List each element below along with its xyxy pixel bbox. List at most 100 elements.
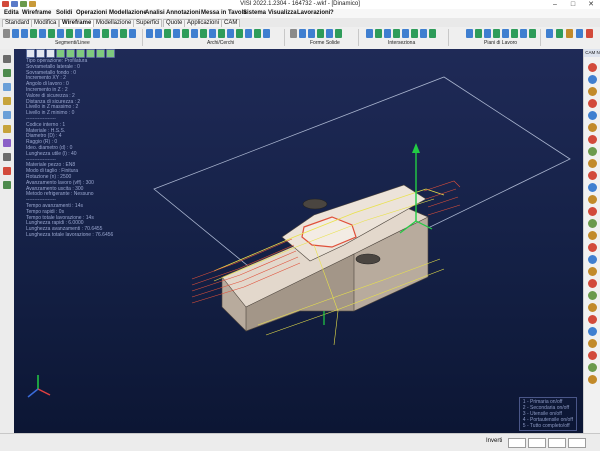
fillet-icon[interactable] — [191, 29, 198, 38]
status-field[interactable] — [548, 438, 566, 448]
cam-op-icon[interactable] — [588, 159, 597, 168]
view-front-icon[interactable] — [566, 29, 573, 38]
arc-3pt-icon[interactable] — [164, 29, 171, 38]
invert-toggle[interactable]: Inverti — [486, 438, 502, 444]
workplane-move-icon[interactable] — [511, 29, 518, 38]
tab-quote[interactable]: Quote — [163, 19, 186, 27]
workplane-view-icon[interactable] — [493, 29, 500, 38]
attribute-icon[interactable] — [3, 111, 11, 119]
view-top-icon[interactable] — [556, 29, 563, 38]
maximize-button[interactable]: □ — [564, 0, 582, 9]
cam-op-icon[interactable] — [588, 255, 597, 264]
cam-op-icon[interactable] — [588, 351, 597, 360]
measure-icon[interactable] — [3, 139, 11, 147]
circle-tangent-icon[interactable] — [263, 29, 270, 38]
menu-annotazioni[interactable]: Annotazioni — [166, 10, 200, 16]
line-offset-icon[interactable] — [84, 29, 91, 38]
tab-superfici[interactable]: Superfici — [133, 19, 163, 27]
cam-op-icon[interactable] — [588, 327, 597, 336]
silhouette-icon[interactable] — [411, 29, 418, 38]
slot-icon[interactable] — [227, 29, 234, 38]
cam-op-icon[interactable] — [588, 123, 597, 132]
3d-viewport[interactable]: Tipo operazione: Profilatura Sovrametallo… — [14, 49, 583, 433]
status-field[interactable] — [568, 438, 586, 448]
cam-op-icon[interactable] — [588, 135, 597, 144]
cam-op-icon[interactable] — [588, 315, 597, 324]
projection-icon[interactable] — [402, 29, 409, 38]
polygon-icon[interactable] — [75, 29, 82, 38]
line-perp-icon[interactable] — [48, 29, 55, 38]
workplane-icon[interactable] — [466, 29, 473, 38]
menu-visualizza[interactable]: Visualizza — [268, 10, 297, 16]
cam-op-icon[interactable] — [588, 303, 597, 312]
workplane-face-icon[interactable] — [484, 29, 491, 38]
hide-icon[interactable] — [3, 153, 11, 161]
workplane-3pt-icon[interactable] — [475, 29, 482, 38]
circle-2pt-icon[interactable] — [209, 29, 216, 38]
status-field[interactable] — [508, 438, 526, 448]
arc-tangent-icon[interactable] — [173, 29, 180, 38]
tab-applicazioni[interactable]: Applicazioni — [184, 19, 223, 27]
workplane-align-icon[interactable] — [520, 29, 527, 38]
menu-operazioni[interactable]: Operazioni — [76, 10, 107, 16]
menu-help[interactable]: ? — [330, 10, 334, 16]
status-field[interactable] — [528, 438, 546, 448]
line-bisect-icon[interactable] — [93, 29, 100, 38]
menu-lavorazioni[interactable]: Lavorazioni — [297, 10, 330, 16]
cam-op-icon[interactable] — [588, 63, 597, 72]
workplane-list-icon[interactable] — [529, 29, 536, 38]
cam-op-icon[interactable] — [588, 207, 597, 216]
cam-op-icon[interactable] — [588, 291, 597, 300]
line-angle-icon[interactable] — [21, 29, 28, 38]
minimize-button[interactable]: – — [546, 0, 564, 9]
view-zoom-icon[interactable] — [586, 29, 593, 38]
circle-icon[interactable] — [146, 29, 153, 38]
delete-icon[interactable] — [3, 167, 11, 175]
solid-sphere-icon[interactable] — [317, 29, 324, 38]
point-icon[interactable] — [3, 29, 10, 38]
menu-solidi[interactable]: Solidi — [56, 10, 72, 16]
edge-extract-icon[interactable] — [429, 29, 436, 38]
cam-op-icon[interactable] — [588, 375, 597, 384]
intersect-curve-icon[interactable] — [375, 29, 382, 38]
menu-wireframe[interactable]: Wireframe — [22, 10, 51, 16]
filter-icon[interactable] — [3, 83, 11, 91]
cam-op-icon[interactable] — [588, 363, 597, 372]
cam-op-icon[interactable] — [588, 339, 597, 348]
solid-cone-icon[interactable] — [308, 29, 315, 38]
solid-torus-icon[interactable] — [326, 29, 333, 38]
cam-op-icon[interactable] — [588, 195, 597, 204]
solid-box-icon[interactable] — [290, 29, 297, 38]
rectangle-icon[interactable] — [66, 29, 73, 38]
layer-icon[interactable] — [3, 97, 11, 105]
group-icon[interactable] — [3, 181, 11, 189]
cursor-icon[interactable] — [3, 55, 11, 63]
line-tangent-icon[interactable] — [39, 29, 46, 38]
arc-icon[interactable] — [155, 29, 162, 38]
cam-op-icon[interactable] — [588, 183, 597, 192]
intersect-icon[interactable] — [366, 29, 373, 38]
line-grid-icon[interactable] — [102, 29, 109, 38]
solid-prism-icon[interactable] — [335, 29, 342, 38]
tab-cam[interactable]: CAM — [221, 19, 241, 27]
ellipse-icon[interactable] — [182, 29, 189, 38]
cam-op-icon[interactable] — [588, 231, 597, 240]
section-icon[interactable] — [420, 29, 427, 38]
line-axis-icon[interactable] — [120, 29, 127, 38]
cam-op-icon[interactable] — [588, 99, 597, 108]
line-extend-icon[interactable] — [129, 29, 136, 38]
view-right-icon[interactable] — [576, 29, 583, 38]
menu-sistema[interactable]: Sistema — [243, 10, 266, 16]
tab-wireframe[interactable]: Wireframe — [59, 19, 95, 27]
menu-analisi[interactable]: Analisi — [145, 10, 165, 16]
tab-modellazione[interactable]: Modellazione — [93, 19, 135, 27]
solid-cylinder-icon[interactable] — [299, 29, 306, 38]
close-button[interactable]: ✕ — [582, 0, 600, 9]
cam-op-icon[interactable] — [588, 147, 597, 156]
view-iso-icon[interactable] — [546, 29, 553, 38]
intersect-surface-icon[interactable] — [393, 29, 400, 38]
cam-navigator-title[interactable]: CAM N — [584, 49, 600, 57]
line-chain-icon[interactable] — [111, 29, 118, 38]
tab-modifica[interactable]: Modifica — [31, 19, 60, 27]
cam-op-icon[interactable] — [588, 267, 597, 276]
